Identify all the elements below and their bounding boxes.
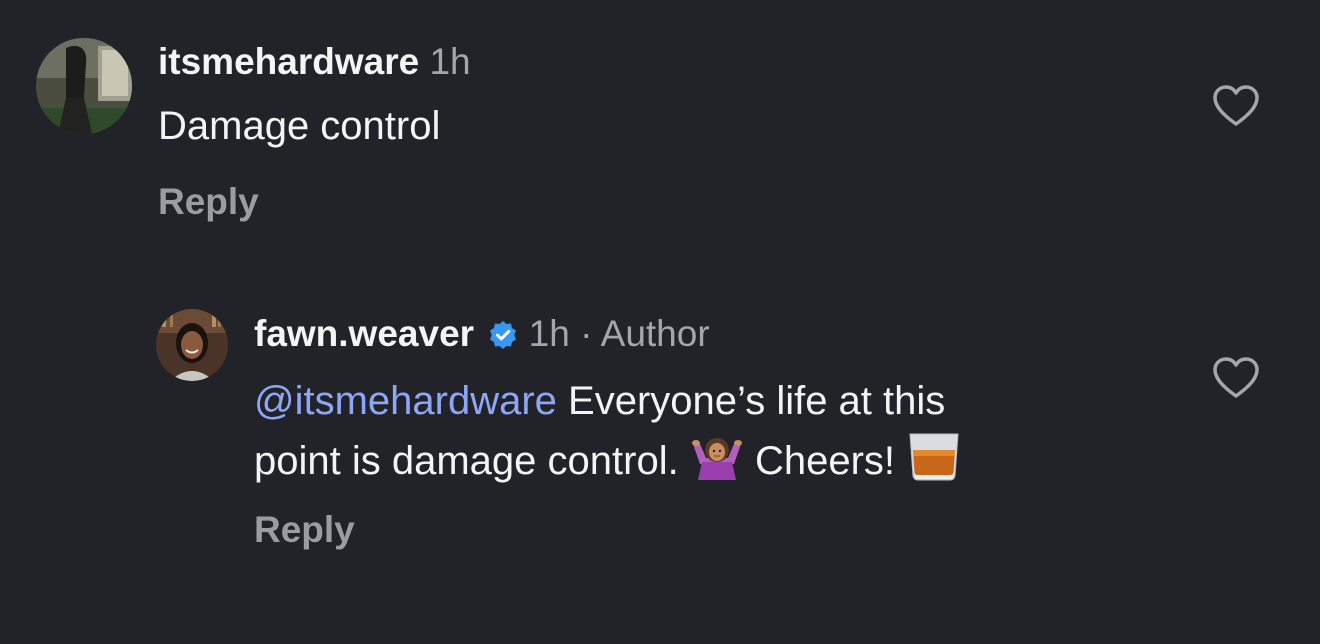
username[interactable]: fawn.weaver [254,313,474,354]
comment-itsmehardware: itsmehardware 1h Damage control Reply [0,0,1320,250]
avatar[interactable] [156,309,228,381]
comment-text-line3: Cheers! [754,439,907,483]
timestamp: 1h [429,41,471,82]
comment-text-line2: point is damage control. [254,439,690,483]
avatar-photo [156,309,228,381]
heart-icon[interactable] [1212,84,1260,128]
comment-text-line1: Everyone’s life at this [556,379,946,423]
avatar[interactable] [36,38,132,134]
whiskey-glass-emoji [906,430,962,498]
comments-thread: itsmehardware 1h Damage control Reply fa… [0,0,1320,644]
woman-shrugging-emoji [690,434,744,496]
verified-badge-icon [488,316,518,360]
mention-link[interactable]: @itsmehardware [254,379,557,423]
comment-text: @itsmehardware Everyone’s life at this p… [254,372,1174,498]
heart-icon[interactable] [1212,356,1260,400]
author-label: Author [600,313,710,354]
username[interactable]: itsmehardware [158,41,419,82]
reply-button[interactable]: Reply [254,508,355,552]
timestamp: 1h [528,313,570,354]
avatar-photo [36,38,132,134]
comment-text: Damage control [158,104,441,148]
comment-fawn-weaver: fawn.weaver 1h · Author @itsmehardware E… [0,290,1320,590]
reply-button[interactable]: Reply [158,180,259,224]
separator: · [580,313,593,354]
